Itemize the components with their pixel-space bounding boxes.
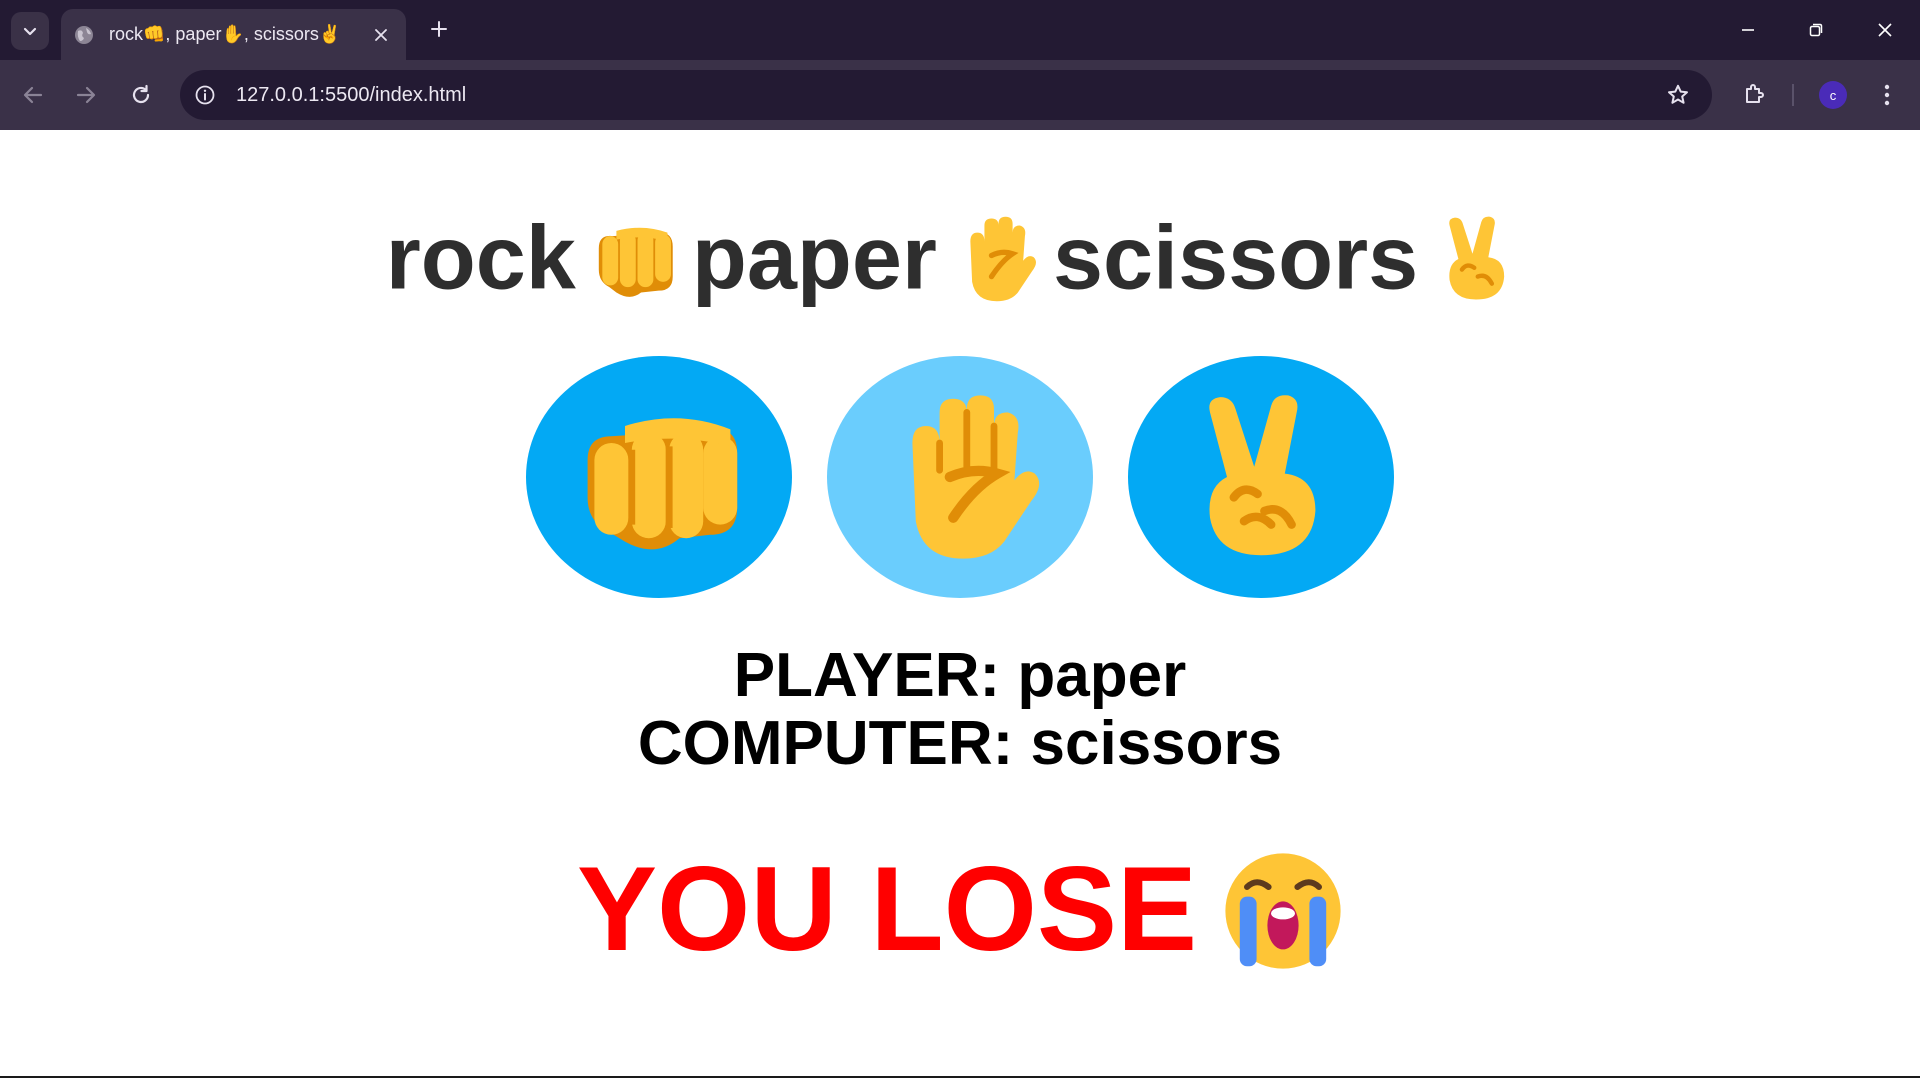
- title-rock: rock: [385, 208, 576, 309]
- window-close-icon: [1878, 23, 1892, 37]
- outcome-text: YOU LOSE: [576, 842, 1198, 976]
- extensions-button[interactable]: [1735, 75, 1773, 113]
- raised-hand-icon: [912, 395, 1040, 559]
- reload-button[interactable]: [123, 77, 159, 113]
- title-paper: paper: [691, 208, 937, 309]
- reload-icon: [132, 84, 150, 104]
- restore-icon: [1809, 23, 1823, 37]
- forward-icon: [76, 86, 96, 104]
- minimize-button[interactable]: [1725, 10, 1771, 50]
- choice-buttons: [526, 356, 1394, 598]
- rock-button[interactable]: [526, 356, 792, 598]
- profile-avatar[interactable]: c: [1819, 81, 1847, 109]
- back-icon: [23, 86, 43, 104]
- back-button[interactable]: [15, 77, 51, 113]
- fist-icon: [587, 418, 738, 550]
- player-result: PLAYER: paper: [733, 641, 1187, 710]
- address-bar[interactable]: 127.0.0.1:5500/index.html: [180, 70, 1712, 120]
- browser-tabstrip: rock👊, paper✋, scissors✌: [0, 0, 1920, 60]
- tab-search-button[interactable]: [11, 12, 49, 50]
- outcome-banner: YOU LOSE: [0, 840, 1920, 978]
- victory-hand-icon: [1449, 216, 1505, 300]
- browser-menu-button[interactable]: [1872, 78, 1902, 112]
- plus-icon: [431, 21, 447, 37]
- globe-icon: [73, 24, 95, 46]
- computer-result: COMPUTER: scissors: [637, 709, 1283, 778]
- minimize-icon: [1742, 29, 1754, 31]
- paper-button[interactable]: [827, 356, 1093, 598]
- new-tab-button[interactable]: [424, 14, 454, 44]
- page-viewport: rock paper scissors PLAYER: paper COMPUT…: [0, 130, 1920, 1078]
- crying-face-icon: [1225, 853, 1341, 969]
- close-tab-icon[interactable]: [370, 24, 392, 46]
- star-icon[interactable]: [1664, 81, 1692, 109]
- victory-hand-icon: [1209, 395, 1316, 556]
- window-close-button[interactable]: [1862, 10, 1908, 50]
- forward-button[interactable]: [68, 77, 104, 113]
- scissors-button[interactable]: [1128, 356, 1394, 598]
- browser-tab[interactable]: rock👊, paper✋, scissors✌: [61, 9, 406, 60]
- kebab-menu-icon: [1884, 84, 1890, 106]
- chevron-down-icon: [23, 27, 37, 36]
- fist-icon: [598, 227, 673, 298]
- info-icon[interactable]: [192, 82, 218, 108]
- extensions-icon: [1746, 84, 1764, 103]
- title-scissors: scissors: [1052, 208, 1419, 309]
- raised-hand-icon: [970, 216, 1036, 302]
- tab-title: rock👊, paper✋, scissors✌: [109, 24, 342, 44]
- restore-button[interactable]: [1793, 10, 1839, 50]
- browser-toolbar: 127.0.0.1:5500/index.html c: [0, 60, 1920, 130]
- toolbar-separator: [1792, 84, 1794, 106]
- results-panel: PLAYER: paper COMPUTER: scissors: [0, 642, 1920, 778]
- url-text[interactable]: 127.0.0.1:5500/index.html: [236, 84, 466, 107]
- page-title: rock paper scissors: [0, 202, 1920, 311]
